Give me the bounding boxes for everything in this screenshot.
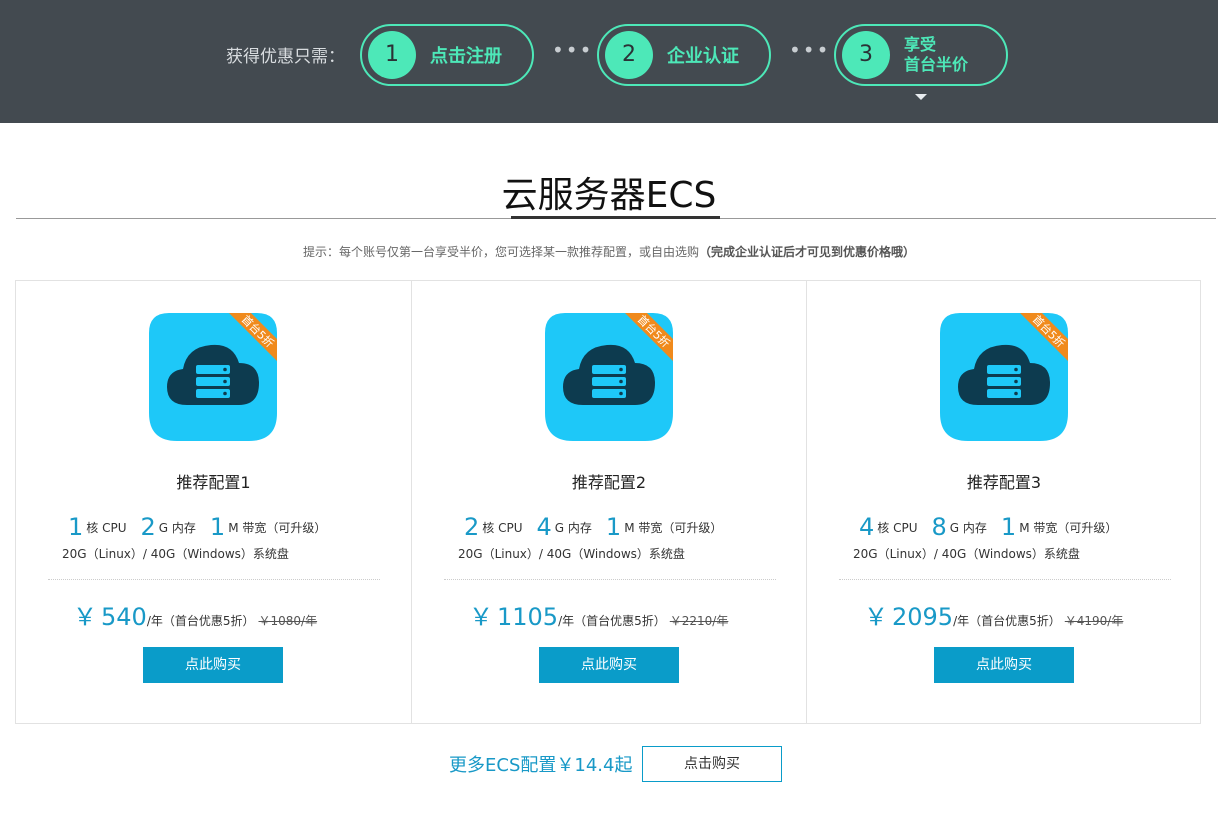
step-label-line2: 首台半价	[904, 55, 969, 74]
price-amount: 540	[101, 603, 147, 631]
old-price: ￥2210/年	[669, 614, 729, 628]
cloud-server-icon: 首台5折	[149, 313, 277, 441]
card-name: 推荐配置1	[176, 473, 251, 492]
card-disk: 20G（Linux）/ 40G（Windows）系统盘	[458, 547, 685, 561]
card-disk: 20G（Linux）/ 40G（Windows）系统盘	[853, 547, 1080, 561]
card-divider	[48, 579, 380, 580]
caret-down-icon	[915, 94, 927, 100]
card-price: ￥ 1105/年（首台优惠5折） ￥2210/年	[469, 597, 728, 632]
buy-button[interactable]: 点此购买	[934, 647, 1074, 683]
mem-value: 2	[140, 513, 156, 541]
cpu-value: 1	[68, 513, 84, 541]
price-unit: /年（首台优惠5折）	[558, 614, 666, 628]
bw-unit: M 带宽（可升级）	[228, 521, 327, 535]
cpu-value: 2	[464, 513, 480, 541]
step-dots: •••	[789, 38, 831, 62]
mem-unit: G 内存	[554, 521, 592, 535]
card-spec: 1核 CPU 2 G 内存 1 M 带宽（可升级）	[68, 513, 326, 541]
card-spec: 4核 CPU 8 G 内存 1 M 带宽（可升级）	[859, 513, 1117, 541]
card-spec: 2核 CPU 4 G 内存 1 M 带宽（可升级）	[464, 513, 722, 541]
mem-unit: G 内存	[949, 521, 987, 535]
product-card: 首台5折 推荐配置1 1核 CPU 2 G 内存 1 M 带宽（可升级） 20G（Lin…	[16, 281, 411, 723]
buy-button[interactable]: 点此购买	[143, 647, 283, 683]
promo-banner: 获得优惠只需： 1 点击注册 ••• 2 企业认证 ••• 3 享受 首台半价	[0, 0, 1218, 123]
title-underline	[511, 216, 720, 219]
product-card: 首台5折 推荐配置3 4核 CPU 8 G 内存 1 M 带宽（可升级） 20G（Lin…	[806, 281, 1201, 723]
cpu-unit: 核 CPU	[482, 521, 523, 535]
step-dots: •••	[552, 38, 594, 62]
step-number: 1	[368, 31, 416, 79]
step-half-price[interactable]: 3 享受 首台半价	[834, 24, 1008, 86]
mem-value: 4	[536, 513, 552, 541]
cloud-server-icon: 首台5折	[545, 313, 673, 441]
price-amount: 1105	[497, 603, 559, 631]
mem-unit: G 内存	[158, 521, 196, 535]
step-label-line1: 享受	[904, 35, 937, 54]
step-number: 3	[842, 31, 890, 79]
card-divider	[444, 579, 776, 580]
card-name: 推荐配置2	[571, 473, 647, 492]
card-divider	[839, 579, 1171, 580]
price-amount: 2095	[892, 603, 954, 631]
hint-text: 提示：每个账号仅第一台享受半价，您可选择某一款推荐配置，或自由选购（完成企业认证…	[0, 243, 1218, 260]
old-price: ￥4190/年	[1064, 614, 1124, 628]
price-unit: /年（首台优惠5折）	[953, 614, 1061, 628]
bw-unit: M 带宽（可升级）	[1019, 521, 1118, 535]
card-price: ￥ 2095/年（首台优惠5折） ￥4190/年	[864, 597, 1123, 632]
bw-value: 1	[1000, 513, 1017, 541]
banner-label: 获得优惠只需：	[226, 47, 345, 67]
currency-symbol: ￥	[469, 603, 493, 631]
more-buy-button[interactable]: 点击购买	[642, 746, 782, 782]
card-disk: 20G（Linux）/ 40G（Windows）系统盘	[62, 547, 289, 561]
price-unit: /年（首台优惠5折）	[146, 614, 255, 628]
hint-plain: 提示：每个账号仅第一台享受半价，您可选择某一款推荐配置，或自由选购	[302, 245, 699, 259]
cpu-unit: 核 CPU	[877, 521, 918, 535]
section-title: 云服务器ECS	[501, 175, 717, 216]
card-price: ￥ 540/年（首台优惠5折） ￥1080/年	[73, 597, 317, 632]
step-certify[interactable]: 2 企业认证	[597, 24, 771, 86]
product-cards: 首台5折 推荐配置1 1核 CPU 2 G 内存 1 M 带宽（可升级） 20G（Lin…	[15, 280, 1201, 724]
step-label: 享受 首台半价	[904, 35, 994, 75]
bw-value: 1	[605, 513, 622, 541]
card-name: 推荐配置3	[966, 473, 1042, 492]
more-configs-text: 更多ECS配置￥14.4起	[449, 755, 633, 776]
cpu-value: 4	[859, 513, 875, 541]
cpu-unit: 核 CPU	[86, 521, 127, 535]
step-number: 2	[605, 31, 653, 79]
currency-symbol: ￥	[73, 603, 97, 631]
bw-unit: M 带宽（可升级）	[624, 521, 723, 535]
hint-bold: （完成企业认证后才可见到优惠价格哦）	[699, 245, 916, 259]
bw-value: 1	[209, 513, 226, 541]
cloud-server-icon: 首台5折	[940, 313, 1068, 441]
product-card: 首台5折 推荐配置2 2核 CPU 4 G 内存 1 M 带宽（可升级） 20G（Lin…	[411, 281, 806, 723]
buy-button[interactable]: 点此购买	[539, 647, 679, 683]
step-register[interactable]: 1 点击注册	[360, 24, 534, 86]
old-price: ￥1080/年	[258, 614, 318, 628]
step-label: 企业认证	[667, 46, 739, 67]
mem-value: 8	[931, 513, 947, 541]
step-label: 点击注册	[430, 46, 502, 67]
currency-symbol: ￥	[864, 603, 888, 631]
